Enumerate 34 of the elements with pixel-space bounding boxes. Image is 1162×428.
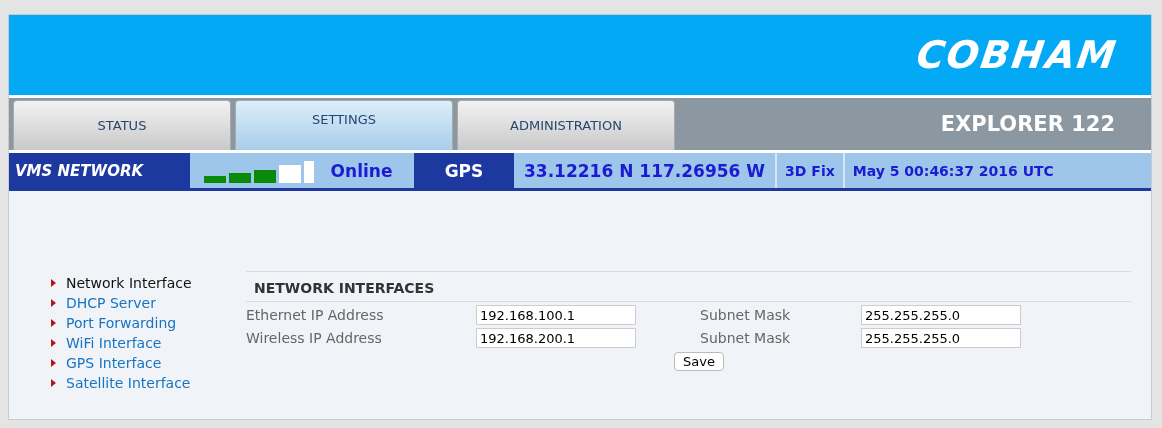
subnet-mask-field[interactable]: 255.255.255.0: [861, 328, 1021, 348]
bullet-icon: [51, 279, 56, 287]
sidebar-item[interactable]: Satellite Interface: [66, 375, 191, 391]
gps-fix: 3D Fix: [777, 153, 845, 188]
ip-address-field[interactable]: 192.168.200.1: [476, 328, 636, 348]
sidebar-item[interactable]: Network Interface: [66, 275, 192, 291]
bullet-icon: [51, 299, 56, 307]
section-title: NETWORK INTERFACES: [246, 280, 1131, 302]
sidebar-item[interactable]: WiFi Interface: [66, 335, 162, 351]
gps-time: May 5 00:46:37 2016 UTC: [851, 161, 1055, 181]
gps-label: GPS: [414, 153, 514, 188]
subnet-mask-field[interactable]: 255.255.255.0: [861, 305, 1021, 325]
gps-position: 33.12216 N 117.26956 W: [514, 153, 778, 188]
logo: COBHAM: [913, 33, 1121, 77]
sidebar-item[interactable]: Port Forwarding: [66, 315, 177, 331]
tab[interactable]: SETTINGS: [235, 100, 453, 150]
ip-address-field[interactable]: 192.168.100.1: [476, 305, 636, 325]
tab[interactable]: ADMINISTRATION: [457, 100, 675, 150]
bullet-icon: [51, 319, 56, 327]
bullet-icon: [51, 379, 56, 387]
network-label: VMS NETWORK: [9, 153, 190, 188]
field-label: Ethernet IP Address: [246, 307, 385, 323]
signal-strength-icon: [204, 158, 314, 183]
sidebar-item[interactable]: GPS Interface: [66, 355, 162, 371]
field-label: Subnet Mask: [699, 307, 792, 323]
field-label: Subnet Mask: [699, 330, 792, 346]
product-name: EXPLORER 122: [940, 112, 1116, 136]
save-button[interactable]: Save: [674, 352, 724, 371]
network-status: Online: [329, 159, 394, 183]
tab[interactable]: STATUS: [13, 100, 231, 150]
sidebar-item[interactable]: DHCP Server: [66, 295, 156, 311]
field-label: Wireless IP Address: [246, 330, 383, 346]
bullet-icon: [51, 339, 56, 347]
bullet-icon: [51, 359, 56, 367]
